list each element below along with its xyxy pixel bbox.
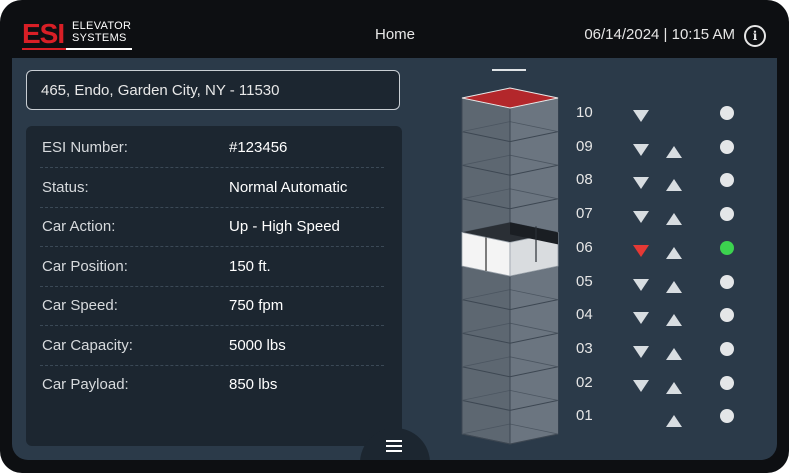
floor-number: 05 (576, 272, 593, 290)
up-call-icon[interactable] (666, 246, 682, 259)
scroll-indicator (492, 69, 526, 71)
up-call-icon[interactable] (666, 347, 682, 360)
main-screen: 465, Endo, Garden City, NY - 11530 ESI N… (12, 58, 777, 460)
detail-label: Car Speed: (42, 297, 118, 314)
floor-row: 04 (576, 300, 776, 334)
detail-value: 150 ft. (229, 257, 271, 275)
detail-label: Status: (42, 178, 89, 196)
detail-value: #123456 (229, 139, 288, 156)
up-call-icon[interactable] (666, 145, 682, 158)
up-call-icon[interactable] (666, 213, 682, 226)
logo-esi-text: ESI (22, 18, 65, 49)
up-call-icon[interactable] (666, 381, 682, 394)
up-call-icon[interactable] (666, 179, 682, 192)
floor-status-dot-icon (720, 240, 734, 255)
detail-label: Car Payload: (42, 376, 129, 393)
floor-status-dot-icon (720, 375, 734, 390)
floor-number: 03 (576, 339, 593, 357)
floor-status-dot-icon (720, 341, 734, 356)
down-call-icon[interactable] (633, 244, 649, 257)
detail-row: Car Position: 150 ft. (40, 247, 384, 287)
detail-value: 750 fpm (229, 297, 284, 314)
logo-sub-line1: ELEVATOR (72, 20, 132, 32)
detail-value: 5000 lbs (229, 336, 286, 354)
down-call-icon[interactable] (633, 110, 649, 122)
detail-label: Car Capacity: (42, 336, 133, 354)
down-call-icon[interactable] (633, 177, 649, 190)
floor-number: 08 (576, 171, 593, 189)
logo-sub-line2: SYSTEMS (72, 32, 127, 44)
down-call-icon[interactable] (633, 143, 649, 156)
floor-row: 06 (576, 233, 776, 267)
detail-row: Car Action: Up - High Speed (40, 207, 384, 247)
floor-row: 01 (576, 401, 776, 435)
floor-status-dot-icon (720, 207, 734, 222)
floor-number: 02 (576, 373, 593, 391)
address-field: 465, Endo, Garden City, NY - 11530 (26, 70, 400, 110)
elevator-shaft (461, 87, 559, 445)
down-call-icon[interactable] (633, 278, 649, 291)
date-time: 06/14/2024 | 10:15 AM (584, 26, 735, 43)
down-call-icon[interactable] (633, 211, 649, 224)
detail-value: Up - High Speed (229, 218, 340, 235)
floor-status-dot-icon (720, 173, 734, 188)
down-call-icon[interactable] (633, 379, 649, 392)
floor-row: 03 (576, 334, 776, 368)
page-title: Home (374, 26, 415, 43)
up-call-icon[interactable] (666, 314, 682, 327)
down-call-icon[interactable] (633, 312, 649, 325)
detail-value: Normal Automatic (229, 178, 348, 196)
floor-status-dot-icon (720, 106, 734, 120)
elevator-details-panel: ESI Number: #123456 Status: Normal Automati… (26, 126, 402, 446)
floor-number: 04 (576, 306, 593, 324)
floor-row: 10 (576, 98, 776, 132)
info-icon[interactable]: i (744, 25, 766, 47)
floor-row: 02 (576, 368, 776, 402)
floor-row: 09 (576, 132, 776, 166)
floor-number: 06 (576, 238, 593, 256)
floor-row: 07 (576, 199, 776, 233)
detail-row: Car Payload: 850 lbs (40, 365, 384, 404)
detail-row: Car Capacity: 5000 lbs (40, 326, 384, 366)
logo-underline-red (22, 48, 66, 50)
floor-status-dot-icon (720, 139, 734, 154)
detail-label: Car Position: (42, 257, 128, 275)
floor-status-dot-icon (720, 409, 734, 424)
floor-status-dot-icon (720, 274, 734, 289)
device-frame: ESI ELEVATOR SYSTEMS Home 06/14/2024 | 1… (0, 0, 789, 473)
floor-number: 09 (576, 137, 593, 155)
hamburger-menu-icon (386, 440, 402, 452)
floor-status-dot-icon (720, 308, 734, 323)
floor-row: 08 (576, 165, 776, 199)
detail-row: ESI Number: #123456 (40, 128, 384, 168)
down-call-icon[interactable] (633, 345, 649, 358)
logo-subtitle: ELEVATOR SYSTEMS (72, 20, 131, 44)
detail-label: ESI Number: (42, 139, 128, 156)
floor-row: 05 (576, 267, 776, 301)
detail-row: Car Speed: 750 fpm (40, 286, 384, 326)
detail-value: 850 lbs (229, 376, 278, 393)
up-call-icon[interactable] (666, 280, 682, 293)
detail-row: Status: Normal Automatic (40, 168, 384, 208)
detail-label: Car Action: (42, 218, 116, 235)
floor-number: 07 (576, 205, 593, 223)
floor-number: 01 (576, 407, 593, 425)
floor-number: 10 (576, 104, 593, 121)
up-call-icon[interactable] (666, 415, 682, 428)
